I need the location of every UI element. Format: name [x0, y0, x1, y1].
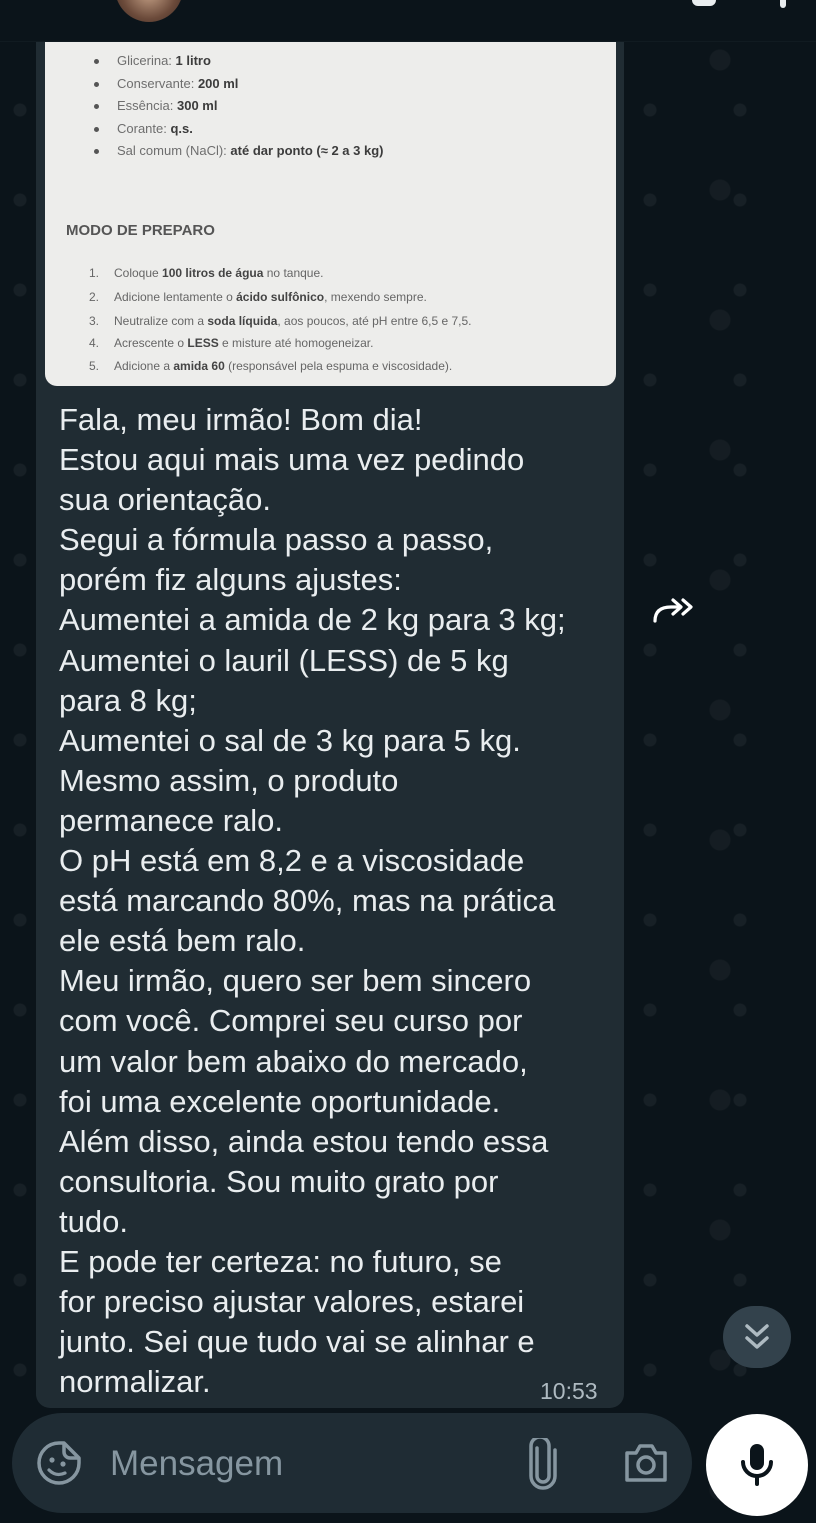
paperclip-icon[interactable] [525, 1435, 561, 1490]
ingredient-item: Conservante: 200 ml [93, 73, 383, 96]
step-item: 3. Neutralize com a soda líquida, aos pou… [89, 314, 472, 328]
scroll-to-bottom-button[interactable] [723, 1306, 791, 1368]
contact-avatar[interactable] [115, 0, 183, 22]
double-chevron-down-icon [745, 1324, 769, 1349]
step-item: 2. Adicione lentamente o ácido sulfônico,… [89, 290, 427, 304]
ingredients-list: Glicerina: 1 litro Conservante: 200 ml E… [93, 50, 383, 163]
call-icon[interactable] [692, 0, 716, 6]
voice-message-button[interactable] [706, 1414, 808, 1516]
camera-icon[interactable] [623, 1443, 669, 1483]
message-input[interactable] [110, 1440, 510, 1488]
ingredient-item: Essência: 300 ml [93, 95, 383, 118]
forward-icon[interactable] [651, 597, 699, 625]
step-item: 1. Coloque 100 litros de água no tanque. [89, 266, 324, 280]
step-item: 5. Adicione a amida 60 (responsável pela … [89, 359, 453, 373]
chat-header [0, 0, 816, 42]
microphone-icon [741, 1444, 773, 1486]
ingredient-item: Sal comum (NaCl): até dar ponto (≈ 2 a 3… [93, 140, 383, 163]
section-title: MODO DE PREPARO [66, 222, 215, 239]
more-options-icon[interactable] [780, 0, 786, 8]
ingredient-item: Glicerina: 1 litro [93, 50, 383, 73]
message-text: Fala, meu irmão! Bom dia! Estou aqui mai… [59, 402, 566, 1400]
step-item: 4. Acrescente o LESS e misture até homoge… [89, 336, 374, 350]
message-time: 10:53 [540, 1378, 598, 1404]
sticker-emoji-icon[interactable] [36, 1440, 82, 1486]
message-image[interactable]: Glicerina: 1 litro Conservante: 200 ml E… [45, 42, 616, 386]
ingredient-item: Corante: q.s. [93, 118, 383, 141]
